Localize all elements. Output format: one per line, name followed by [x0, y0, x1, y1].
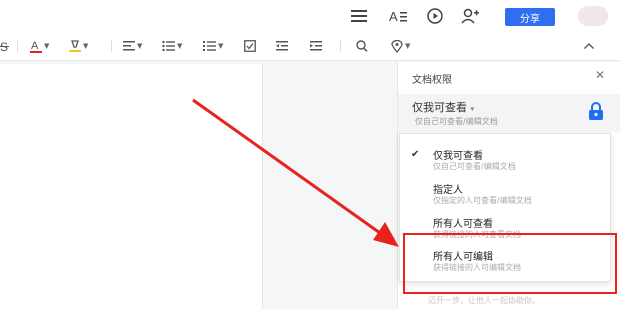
panel-footer-text: 迈开一步，让他人一起协助你。 — [428, 296, 540, 305]
highlight-icon[interactable]: ▼ — [69, 37, 88, 55]
option-desc: 仅指定的人可查看/编辑文档 — [433, 196, 532, 205]
divider — [340, 40, 341, 52]
location-icon[interactable]: ▼ — [391, 37, 410, 55]
share-button[interactable]: 分享 — [505, 8, 555, 26]
option-desc: 仅自己可查看/编辑文档 — [433, 162, 516, 171]
option-only-me[interactable]: ✔ 仅我可查看 仅自己可查看/编辑文档 — [400, 147, 610, 181]
divider — [111, 40, 112, 52]
avatar[interactable] — [578, 6, 608, 26]
close-icon[interactable]: ✕ — [595, 68, 605, 82]
document-page[interactable] — [0, 64, 263, 309]
option-label: 指定人 — [433, 185, 463, 196]
permission-selector[interactable]: 仅我可查看 ▾ 仅自己可查看/编辑文档 — [398, 94, 620, 132]
option-label: 所有人可查看 — [433, 219, 493, 230]
list-icon[interactable] — [350, 7, 368, 25]
svg-text:A: A — [31, 40, 39, 52]
checkbox-icon[interactable] — [244, 37, 256, 55]
option-label: 仅我可查看 — [433, 151, 483, 162]
outdent-icon[interactable] — [276, 37, 288, 55]
indent-icon[interactable] — [310, 37, 322, 55]
strikethrough-icon[interactable]: S — [0, 37, 10, 55]
lock-icon — [588, 102, 604, 120]
panel-title: 文档权限 — [412, 75, 452, 86]
annotation-highlight-box — [403, 233, 617, 294]
font-color-icon[interactable]: A ▼ — [30, 37, 49, 55]
play-icon[interactable] — [426, 7, 444, 25]
top-header: A 分享 — [0, 0, 620, 32]
current-permission-desc: 仅自己可查看/编辑文档 — [415, 117, 498, 126]
text-style-icon[interactable]: A — [389, 7, 407, 25]
svg-text:A: A — [389, 9, 398, 23]
check-icon: ✔ — [411, 149, 420, 160]
numbered-list-icon[interactable]: ▼ — [203, 37, 223, 55]
add-user-icon[interactable] — [461, 7, 479, 25]
formatting-toolbar: S A ▼ ▼ ▼ ▼ ▼ ▼ — [0, 32, 620, 61]
search-icon[interactable] — [356, 37, 368, 55]
collapse-icon[interactable] — [584, 37, 594, 55]
current-permission: 仅我可查看 ▾ — [412, 101, 475, 114]
bullet-list-icon[interactable]: ▼ — [162, 37, 182, 55]
divider — [17, 40, 18, 52]
option-specified-people[interactable]: 指定人 仅指定的人可查看/编辑文档 — [400, 181, 610, 215]
align-icon[interactable]: ▼ — [123, 37, 142, 55]
